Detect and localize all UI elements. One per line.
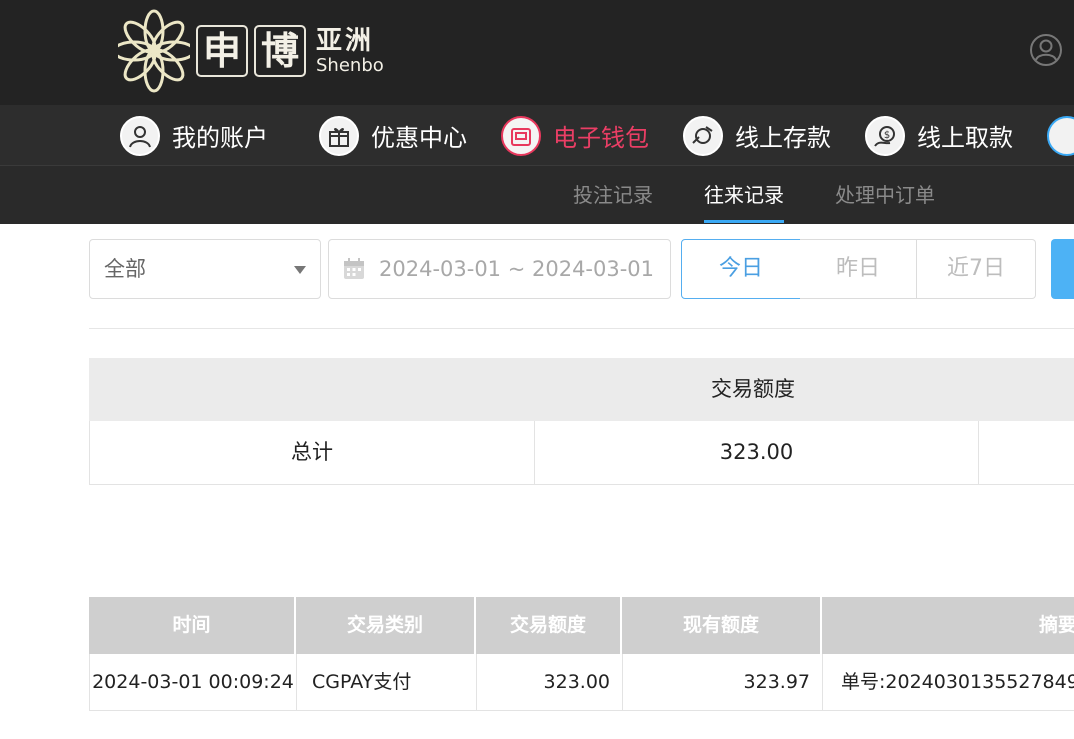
more-nav-icon (1047, 115, 1074, 156)
cell-balance: 323.97 (623, 654, 823, 710)
column-header-time[interactable]: 时间 (89, 597, 296, 654)
date-range-value: 2024-03-01 ~ 2024-03-01 (379, 257, 655, 281)
nav-label: 线上存款 (735, 124, 831, 152)
summary-header-label: 交易额度 (711, 377, 795, 401)
nav-item-my-account[interactable]: 我的账户 (120, 105, 268, 166)
tab-pending-orders[interactable]: 处理中订单 (835, 166, 935, 224)
sub-nav: 投注记录 往来记录 处理中订单 (0, 166, 1074, 224)
logo-char-2: 博 (254, 25, 306, 77)
cell-summary: 单号:20240301355278499 (841, 671, 1074, 693)
records-table: 时间 交易类别 交易额度 现有额度 摘要 2024-03-01 00:09:24… (89, 597, 1074, 711)
summary-header: 交易额度 (89, 358, 1074, 421)
quick-range-7days[interactable]: 近7日 (917, 239, 1036, 299)
user-icon (120, 115, 160, 156)
search-button[interactable] (1051, 239, 1074, 299)
nav-item-promotions[interactable]: 优惠中心 (319, 105, 467, 166)
top-header: 申 博 亚洲 Shenbo (0, 0, 1074, 105)
logo-name-en: Shenbo (316, 55, 384, 76)
tab-transaction-records[interactable]: 往来记录 (704, 166, 784, 224)
table-row: 2024-03-01 00:09:24 CGPAY支付 323.00 323.9… (89, 654, 1074, 711)
summary-row: 总计 323.00 (89, 421, 1074, 485)
summary-total: 323.00 (535, 421, 979, 484)
brand-logo[interactable]: 申 博 亚洲 Shenbo (118, 6, 384, 96)
wallet-icon (501, 115, 541, 156)
cell-type: CGPAY支付 (297, 654, 477, 710)
nav-item-e-wallet[interactable]: 电子钱包 (501, 105, 649, 166)
nav-label: 我的账户 (172, 124, 268, 152)
logo-text: 亚洲 Shenbo (316, 26, 384, 76)
nav-item-more[interactable] (1047, 105, 1074, 166)
divider (89, 328, 1074, 329)
date-range-picker[interactable]: 2024-03-01 ~ 2024-03-01 (328, 239, 671, 299)
nav-label: 优惠中心 (371, 124, 467, 152)
cell-time: 2024-03-01 00:09:24 (90, 654, 297, 710)
column-header-type[interactable]: 交易类别 (296, 597, 476, 654)
nav-label: 线上取款 (917, 124, 1013, 152)
summary-table: 交易额度 总计 323.00 (89, 358, 1074, 485)
nav-item-online-deposit[interactable]: 线上存款 (683, 105, 831, 166)
cell-amount: 323.00 (477, 654, 623, 710)
table-header: 时间 交易类别 交易额度 现有额度 摘要 (89, 597, 1074, 654)
chevron-down-icon (294, 266, 306, 274)
transaction-type-select[interactable]: 全部 (89, 239, 321, 299)
quick-range-yesterday[interactable]: 昨日 (800, 239, 917, 299)
select-value: 全部 (104, 257, 146, 281)
logo-char-1: 申 (196, 25, 248, 77)
column-header-balance[interactable]: 现有额度 (622, 597, 822, 654)
calendar-icon (344, 258, 364, 279)
user-circle-icon[interactable] (1029, 33, 1063, 67)
tab-bet-records[interactable]: 投注记录 (573, 166, 653, 224)
column-header-summary[interactable]: 摘要 (822, 597, 1074, 654)
quick-range-today[interactable]: 今日 (681, 239, 801, 299)
main-nav: 我的账户 优惠中心 电子钱包 线上存款 $ 线上取款 (0, 105, 1074, 166)
nav-label: 电子钱包 (553, 124, 649, 152)
deposit-icon (683, 115, 723, 156)
summary-label: 总计 (90, 421, 535, 484)
summary-extra-cell (979, 421, 1074, 484)
withdraw-icon: $ (865, 115, 905, 156)
nav-item-online-withdraw[interactable]: $ 线上取款 (865, 105, 1013, 166)
gift-icon (319, 115, 359, 156)
svg-text:$: $ (884, 130, 890, 141)
flower-logo-icon (118, 9, 190, 93)
logo-name-cn: 亚洲 (316, 26, 375, 56)
column-header-amount[interactable]: 交易额度 (476, 597, 622, 654)
